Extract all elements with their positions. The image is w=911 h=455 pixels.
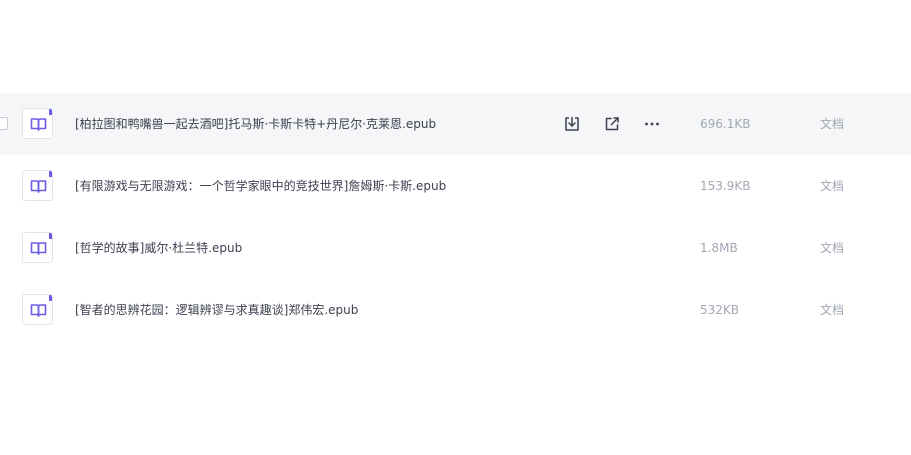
file-name[interactable]: [有限游戏与无限游戏：一个哲学家眼中的竞技世界]詹姆斯·卡斯.epub — [75, 155, 446, 217]
file-row[interactable]: [柏拉图和鸭嘴兽一起去酒吧]托马斯·卡斯卡特+丹尼尔·克莱恩.epub 696.… — [0, 93, 911, 155]
file-row[interactable]: [哲学的故事]威尔·杜兰特.epub 1.8MB 文档 — [0, 217, 911, 279]
book-icon — [22, 170, 53, 201]
file-size: 1.8MB — [700, 241, 738, 255]
share-icon[interactable] — [602, 114, 622, 134]
download-icon[interactable] — [562, 114, 582, 134]
book-icon — [22, 294, 53, 325]
file-row[interactable]: [智者的思辨花园：逻辑辨谬与求真趣谈]郑伟宏.epub 532KB 文档 — [0, 279, 911, 341]
file-size: 153.9KB — [700, 179, 751, 193]
file-name[interactable]: [哲学的故事]威尔·杜兰特.epub — [75, 217, 242, 279]
file-type: 文档 — [820, 303, 845, 317]
file-row[interactable]: [有限游戏与无限游戏：一个哲学家眼中的竞技世界]詹姆斯·卡斯.epub 153.… — [0, 155, 911, 217]
book-icon — [22, 232, 53, 263]
file-name[interactable]: [柏拉图和鸭嘴兽一起去酒吧]托马斯·卡斯卡特+丹尼尔·克莱恩.epub — [75, 93, 436, 155]
file-name[interactable]: [智者的思辨花园：逻辑辨谬与求真趣谈]郑伟宏.epub — [75, 279, 358, 341]
file-type: 文档 — [820, 241, 845, 255]
more-icon[interactable] — [642, 114, 662, 134]
book-icon — [22, 108, 53, 139]
file-size: 696.1KB — [700, 117, 751, 131]
file-type: 文档 — [820, 117, 845, 131]
file-list: [柏拉图和鸭嘴兽一起去酒吧]托马斯·卡斯卡特+丹尼尔·克莱恩.epub 696.… — [0, 93, 911, 341]
file-size: 532KB — [700, 303, 740, 317]
row-checkbox[interactable] — [0, 117, 8, 130]
row-actions — [562, 114, 682, 134]
file-type: 文档 — [820, 179, 845, 193]
